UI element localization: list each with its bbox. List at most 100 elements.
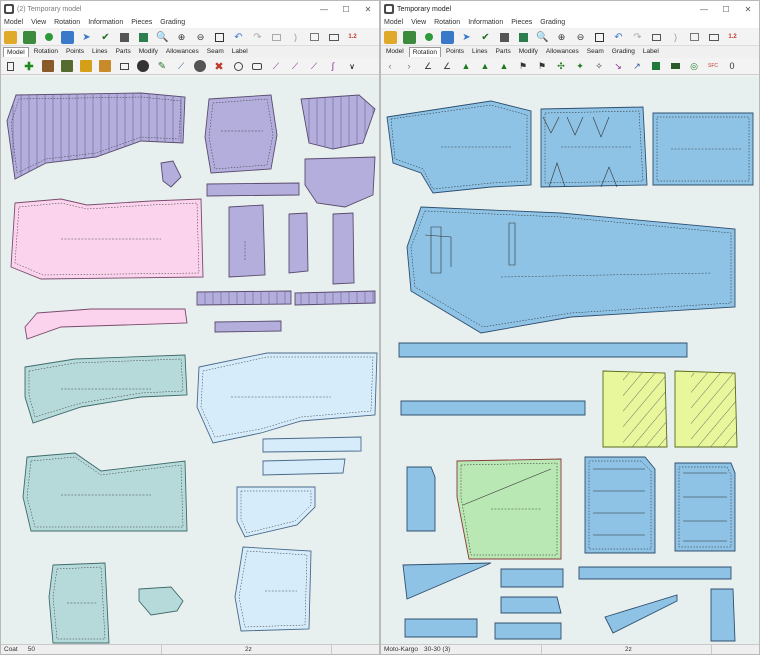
rotate-icon[interactable] bbox=[194, 60, 206, 72]
add-piece-icon[interactable]: ✚ bbox=[23, 60, 35, 73]
save-icon[interactable] bbox=[403, 30, 416, 44]
menu-rotation[interactable]: Rotation bbox=[434, 19, 460, 26]
tab-label[interactable]: Label bbox=[640, 47, 662, 57]
minimize-button[interactable]: — bbox=[693, 5, 715, 14]
curve-icon[interactable]: ) bbox=[289, 31, 302, 44]
save-icon[interactable] bbox=[23, 30, 36, 44]
copy-pieces-icon[interactable] bbox=[441, 30, 454, 44]
open-folder-icon[interactable] bbox=[384, 30, 397, 44]
rotate-free-icon[interactable]: ∠ bbox=[441, 60, 453, 72]
globe-icon[interactable] bbox=[232, 60, 244, 72]
folder-icon[interactable] bbox=[327, 31, 340, 44]
green-circle-icon[interactable] bbox=[422, 31, 435, 44]
notch-icon[interactable] bbox=[80, 60, 92, 72]
menu-information[interactable]: Information bbox=[88, 19, 123, 26]
tab-label[interactable]: Label bbox=[229, 47, 251, 57]
square-icon[interactable] bbox=[118, 31, 131, 44]
pattern-canvas-left[interactable] bbox=[1, 77, 379, 646]
menu-pieces[interactable]: Pieces bbox=[511, 19, 532, 26]
pencil-icon[interactable]: ✎ bbox=[156, 60, 168, 72]
target-icon[interactable]: ◎ bbox=[688, 60, 700, 72]
menu-model[interactable]: Model bbox=[384, 19, 403, 26]
mirror-icon[interactable]: ✣ bbox=[555, 60, 567, 72]
tab-points[interactable]: Points bbox=[63, 47, 87, 57]
diagonal-icon[interactable]: ⟋ bbox=[289, 60, 301, 72]
chevron-right-icon[interactable]: › bbox=[403, 60, 415, 72]
sfc-icon[interactable]: SFC bbox=[707, 60, 719, 72]
pointer-icon[interactable]: ➤ bbox=[460, 31, 473, 44]
copy-pieces-icon[interactable] bbox=[61, 30, 74, 44]
maximize-button[interactable]: ☐ bbox=[715, 5, 737, 14]
undo-icon[interactable]: ↶ bbox=[612, 31, 625, 44]
menu-grading[interactable]: Grading bbox=[160, 19, 185, 26]
check-icon[interactable]: ✔ bbox=[479, 31, 492, 44]
pattern-canvas-right[interactable] bbox=[381, 77, 759, 646]
flag-b-icon[interactable]: ⚑ bbox=[536, 60, 548, 72]
version-label[interactable]: 1.2 bbox=[726, 31, 739, 44]
measure-icon[interactable]: ⟋ bbox=[175, 60, 187, 72]
slant-icon[interactable]: ⟋ bbox=[308, 60, 320, 72]
align-icon[interactable]: ▲ bbox=[460, 60, 472, 72]
move-icon[interactable]: ↘ bbox=[612, 60, 624, 72]
bag-icon[interactable] bbox=[118, 60, 130, 72]
tab-seam[interactable]: Seam bbox=[584, 47, 607, 57]
tab-modify[interactable]: Modify bbox=[516, 47, 541, 57]
menu-model[interactable]: Model bbox=[4, 19, 23, 26]
square-icon[interactable] bbox=[498, 31, 511, 44]
tab-parts[interactable]: Parts bbox=[113, 47, 134, 57]
spin-icon[interactable]: ✦ bbox=[574, 60, 586, 72]
flag-icon[interactable]: ⚑ bbox=[517, 60, 529, 72]
tab-lines[interactable]: Lines bbox=[89, 47, 111, 57]
tab-modify[interactable]: Modify bbox=[136, 47, 161, 57]
grid-icon[interactable] bbox=[99, 60, 111, 72]
tab-parts[interactable]: Parts bbox=[493, 47, 514, 57]
group-icon[interactable] bbox=[137, 31, 150, 44]
tab-allowances[interactable]: Allowances bbox=[543, 47, 582, 57]
maximize-button[interactable]: ☐ bbox=[335, 5, 357, 14]
cut-icon[interactable]: ✖ bbox=[213, 60, 225, 73]
menu-rotation[interactable]: Rotation bbox=[54, 19, 80, 26]
zoom-in-icon[interactable]: ⊕ bbox=[555, 31, 568, 44]
align-b-icon[interactable]: ▲ bbox=[479, 60, 491, 72]
rotate-angle-icon[interactable]: ∠ bbox=[422, 60, 434, 72]
tab-rotation[interactable]: Rotation bbox=[408, 46, 441, 57]
green-circle-icon[interactable] bbox=[42, 31, 55, 44]
export-icon[interactable] bbox=[688, 31, 701, 44]
tab-seam[interactable]: Seam bbox=[204, 47, 227, 57]
zoom-fit-icon[interactable] bbox=[593, 31, 606, 44]
zoom-out-icon[interactable]: ⊖ bbox=[574, 31, 587, 44]
folder-icon[interactable] bbox=[707, 31, 720, 44]
menu-pieces[interactable]: Pieces bbox=[131, 19, 152, 26]
curve-tool-icon[interactable]: ∫ bbox=[327, 60, 339, 72]
zoom-out-icon[interactable]: ⊖ bbox=[194, 31, 207, 44]
tab-model[interactable]: Model bbox=[383, 47, 407, 57]
print-icon[interactable] bbox=[650, 31, 663, 44]
chevron-left-icon[interactable]: ‹ bbox=[384, 60, 396, 72]
tab-points[interactable]: Points bbox=[443, 47, 467, 57]
minimize-button[interactable]: — bbox=[313, 5, 335, 14]
menu-view[interactable]: View bbox=[31, 19, 46, 26]
group-icon[interactable] bbox=[517, 31, 530, 44]
align-c-icon[interactable]: ▲ bbox=[498, 60, 510, 72]
piece-edit-icon[interactable] bbox=[61, 60, 73, 72]
tab-allowances[interactable]: Allowances bbox=[163, 47, 202, 57]
menu-view[interactable]: View bbox=[411, 19, 426, 26]
move-b-icon[interactable]: ↗ bbox=[631, 60, 643, 72]
line-tool-icon[interactable]: ⟋ bbox=[270, 60, 282, 72]
undo-icon[interactable]: ↶ bbox=[232, 31, 245, 44]
redo-icon[interactable]: ↷ bbox=[251, 31, 264, 44]
zoom-icon[interactable]: 🔍 bbox=[156, 31, 169, 44]
version-label[interactable]: 1.2 bbox=[346, 31, 359, 44]
check-icon[interactable]: ✔ bbox=[99, 31, 112, 44]
print-icon[interactable] bbox=[270, 31, 283, 44]
tab-rotation[interactable]: Rotation bbox=[31, 47, 61, 57]
open-folder-icon[interactable] bbox=[4, 30, 17, 44]
close-button[interactable]: ✕ bbox=[737, 5, 759, 14]
piece-tool-icon[interactable] bbox=[42, 60, 54, 72]
tab-model[interactable]: Model bbox=[3, 46, 29, 57]
menu-information[interactable]: Information bbox=[468, 19, 503, 26]
more-chevron-icon[interactable]: ∨ bbox=[346, 60, 358, 72]
pointer-icon[interactable]: ➤ bbox=[80, 31, 93, 44]
stamp-icon[interactable] bbox=[137, 60, 149, 72]
zoom-in-icon[interactable]: ⊕ bbox=[175, 31, 188, 44]
